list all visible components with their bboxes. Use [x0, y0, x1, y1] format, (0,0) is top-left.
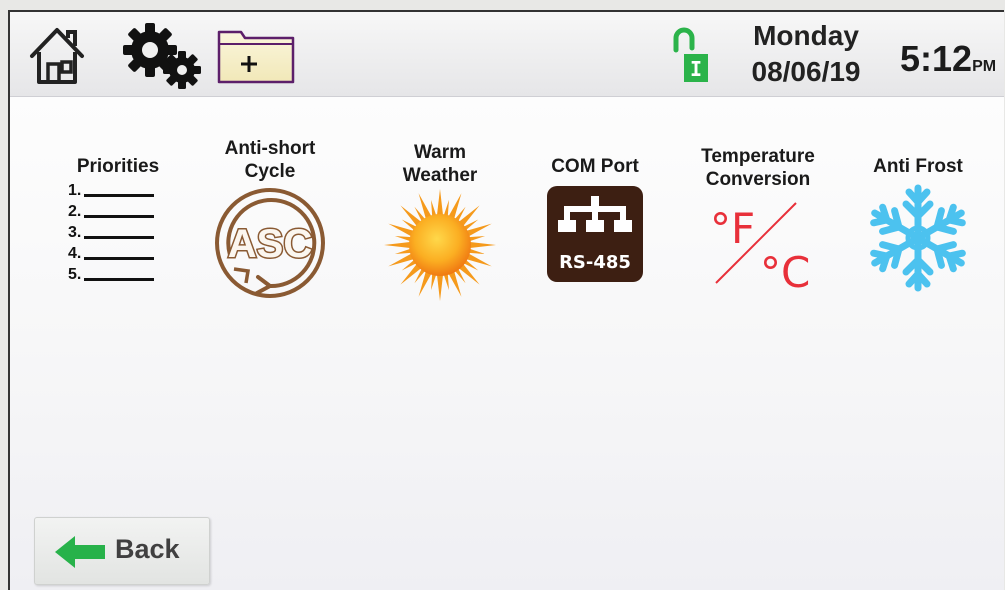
- priority-row: 5.: [68, 264, 168, 285]
- priorities-list-icon: 1. 2. 3. 4. 5.: [68, 180, 168, 285]
- fahrenheit-text: °F: [710, 204, 755, 253]
- fahrenheit-celsius-icon: °F °C: [710, 202, 810, 295]
- com-port-label: COM Port: [551, 156, 639, 177]
- anti-short-cycle-label: Anti-short Cycle: [224, 138, 316, 182]
- anti-frost-label: Anti Frost: [873, 156, 963, 177]
- day-label: Monday: [753, 20, 859, 51]
- folder-plus-icon: [217, 30, 295, 84]
- asc-text: ASC: [228, 222, 312, 266]
- add-folder-button[interactable]: [215, 24, 299, 88]
- anti-frost-tile[interactable]: Anti Frost: [860, 155, 976, 292]
- unlocked-padlock-icon: I: [670, 26, 710, 84]
- priority-row: 2.: [68, 201, 168, 222]
- ampm-label: PM: [972, 58, 997, 75]
- back-label: Back: [115, 534, 180, 564]
- rs485-text: RS-485: [559, 252, 631, 273]
- snowflake-icon: [870, 184, 966, 292]
- settings-button[interactable]: [120, 20, 208, 92]
- priority-row: 1.: [68, 180, 168, 201]
- back-button[interactable]: Back: [34, 517, 210, 585]
- rs485-network-icon: RS-485: [547, 186, 643, 282]
- time-value: 5:12: [900, 38, 973, 79]
- thermostat-screen: I Monday 08/06/19 5:12PM Priorities 1. 2…: [8, 10, 1004, 590]
- temperature-conversion-label: Temperature Conversion: [701, 146, 815, 190]
- sun-icon: [384, 189, 496, 301]
- com-port-tile[interactable]: COM Port RS-485: [540, 155, 650, 286]
- priority-row: 4.: [68, 243, 168, 264]
- home-icon: [30, 28, 84, 84]
- time-display[interactable]: 5:12PM: [900, 38, 996, 80]
- anti-short-cycle-tile[interactable]: Anti-short Cycle ASC: [210, 137, 330, 303]
- home-button[interactable]: [26, 22, 88, 88]
- lock-letter: I: [690, 57, 702, 81]
- warm-weather-tile[interactable]: Warm Weather: [382, 141, 498, 303]
- priority-row: 3.: [68, 222, 168, 243]
- gears-icon: [123, 23, 201, 89]
- priorities-tile[interactable]: Priorities 1. 2. 3. 4. 5.: [68, 155, 168, 285]
- date-label: 08/06/19: [751, 56, 861, 87]
- menu-content: Priorities 1. 2. 3. 4. 5. Anti-short Cyc…: [10, 97, 1004, 590]
- priorities-label: Priorities: [76, 156, 160, 177]
- top-bar: I Monday 08/06/19 5:12PM: [10, 12, 1004, 97]
- back-arrow-icon: [55, 536, 105, 568]
- celsius-text: °C: [760, 248, 810, 295]
- asc-icon: ASC: [215, 188, 325, 298]
- warm-weather-label: Warm Weather: [402, 142, 478, 186]
- temperature-conversion-tile[interactable]: Temperature Conversion °F °C: [688, 145, 828, 295]
